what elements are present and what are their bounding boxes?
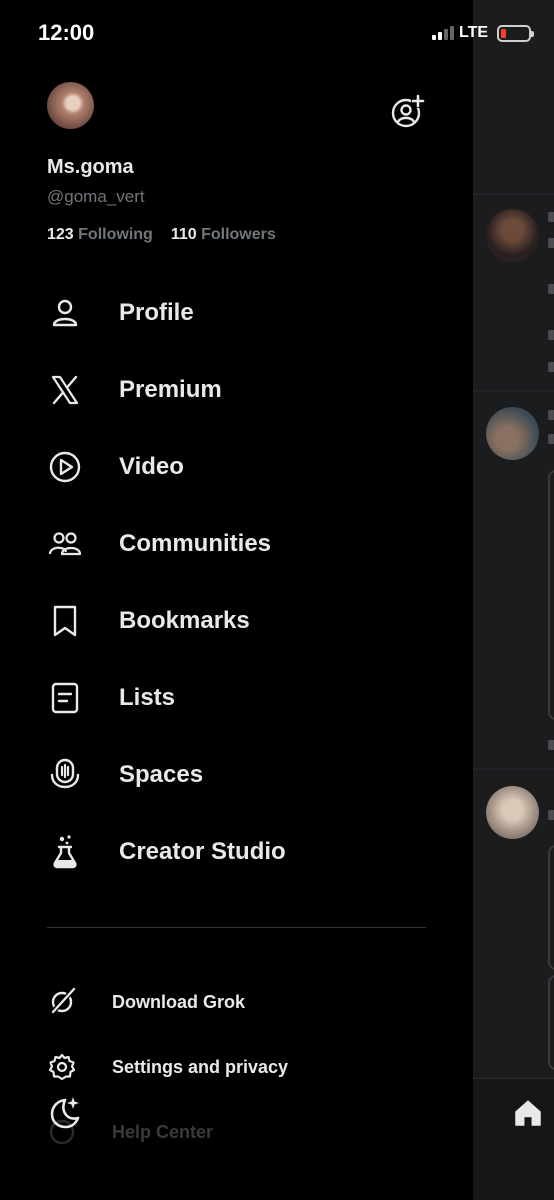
- nav-item-bookmarks[interactable]: Bookmarks: [0, 591, 473, 651]
- settings-item[interactable]: Settings and privacy: [0, 1047, 473, 1087]
- feed-text-fragment: [548, 330, 554, 340]
- nav-item-label: Video: [119, 453, 184, 480]
- followers-count: 110: [170, 226, 197, 243]
- home-icon[interactable]: [511, 1096, 545, 1130]
- x-logo-icon: [51, 375, 79, 405]
- follow-stats: 123 Following 110 Followers: [47, 226, 276, 244]
- moon-icon[interactable]: [45, 1094, 83, 1132]
- background-feed[interactable]: [473, 0, 554, 1200]
- nav-item-spaces[interactable]: Spaces: [0, 745, 473, 805]
- feed-text-fragment: [548, 238, 554, 248]
- status-time: 12:00: [38, 20, 95, 45]
- add-account-icon[interactable]: [389, 94, 425, 130]
- feed-divider: [473, 390, 554, 392]
- feed-divider: [473, 768, 554, 770]
- person-icon: [52, 299, 78, 327]
- feed-divider: [473, 193, 554, 195]
- following-stat[interactable]: 123 Following: [47, 226, 153, 244]
- feed-text-fragment: [548, 410, 554, 420]
- side-drawer: 12:00 Ms.goma @goma_vert 123 Following 1…: [0, 0, 473, 1200]
- feed-text-fragment: [548, 810, 554, 820]
- people-icon: [48, 532, 82, 556]
- nav-item-label: Communities: [119, 530, 272, 557]
- avatar[interactable]: [47, 82, 94, 129]
- feed-avatar: [486, 209, 539, 262]
- nav-item-label: Profile: [119, 299, 194, 326]
- nav-item-premium[interactable]: Premium: [0, 360, 473, 420]
- feed-media-card: [548, 975, 554, 1070]
- profile-name[interactable]: Ms.goma: [47, 156, 134, 179]
- feed-avatar: [486, 407, 539, 460]
- nav-item-label: Bookmarks: [119, 607, 250, 634]
- feed-text-fragment: [548, 740, 554, 750]
- nav-item-video[interactable]: Video: [0, 437, 473, 497]
- list-icon: [51, 682, 79, 714]
- nav-item-label: Premium: [119, 376, 222, 403]
- status-icons: LTE: [432, 24, 488, 42]
- mic-icon: [50, 758, 80, 789]
- help-center-label: Help Center: [112, 1121, 214, 1142]
- battery-icon: [497, 25, 534, 42]
- download-grok-label: Download Grok: [112, 991, 246, 1012]
- signal-icon: [432, 26, 454, 40]
- following-label: Following: [78, 226, 153, 243]
- download-grok-item[interactable]: Download Grok: [0, 982, 473, 1022]
- nav-item-label: Creator Studio: [119, 838, 286, 865]
- nav-item-label: Spaces: [119, 761, 204, 788]
- play-circle-icon: [49, 451, 81, 483]
- nav-item-label: Lists: [119, 684, 176, 711]
- nav-item-communities[interactable]: Communities: [0, 514, 473, 574]
- followers-label: Followers: [201, 226, 276, 243]
- feed-text-fragment: [548, 362, 554, 372]
- profile-handle: @goma_vert: [47, 187, 145, 206]
- feed-avatar: [486, 786, 539, 839]
- grok-icon: [49, 987, 76, 1016]
- bookmark-icon: [53, 605, 77, 637]
- feed-text-fragment: [548, 434, 554, 444]
- status-bar: 12:00: [0, 0, 473, 70]
- divider: [47, 927, 426, 928]
- feed-media-card: [548, 470, 554, 720]
- nav-item-lists[interactable]: Lists: [0, 668, 473, 728]
- nav-item-creator-studio[interactable]: Creator Studio: [0, 822, 473, 882]
- feed-text-fragment: [548, 284, 554, 294]
- feed-text-fragment: [548, 212, 554, 222]
- followers-stat[interactable]: 110 Followers: [171, 226, 276, 244]
- flask-icon: [53, 835, 77, 869]
- settings-label: Settings and privacy: [112, 1056, 289, 1077]
- nav-item-profile[interactable]: Profile: [0, 283, 473, 343]
- gear-icon: [48, 1053, 76, 1081]
- following-count: 123: [47, 226, 74, 243]
- network-label: LTE: [459, 24, 489, 41]
- feed-media-card: [548, 845, 554, 970]
